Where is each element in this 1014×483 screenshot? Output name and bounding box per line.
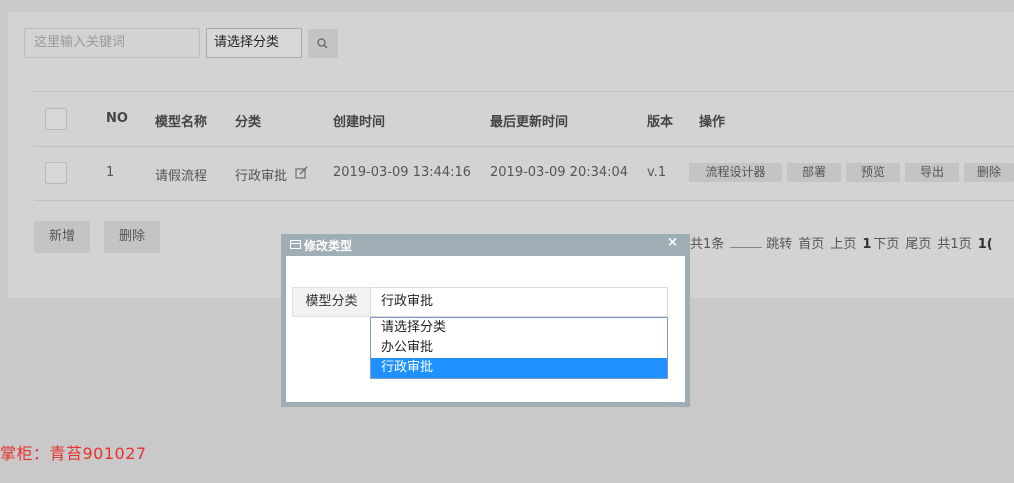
table-top-divider: [34, 91, 1014, 92]
dialog-titlebar: 修改类型 ×: [281, 234, 690, 256]
option-office-approval[interactable]: 办公审批: [371, 338, 667, 358]
delete-button[interactable]: 删除: [104, 221, 160, 253]
row-created: 2019-03-09 13:44:16: [333, 165, 472, 180]
select-all-checkbox[interactable]: [45, 108, 67, 130]
pager-size[interactable]: 1(: [978, 237, 993, 252]
table-bottom-divider: [34, 200, 1014, 201]
dialog-title: 修改类型: [304, 239, 353, 253]
search-input[interactable]: 这里输入关键词: [24, 28, 200, 58]
category-dropdown: 请选择分类 办公审批 行政审批: [370, 317, 668, 379]
pager-last[interactable]: 尾页: [905, 237, 931, 252]
pager-current: 1: [862, 237, 872, 252]
pager-pages: 共1页: [937, 237, 972, 252]
search-icon: [317, 38, 328, 49]
row-no: 1: [106, 165, 115, 180]
header-model-name: 模型名称: [155, 115, 208, 130]
row-checkbox[interactable]: [45, 162, 67, 184]
export-button[interactable]: 导出: [905, 163, 959, 182]
pager-total: 共1条: [690, 237, 725, 252]
pager-first[interactable]: 首页: [798, 237, 824, 252]
row-version: v.1: [647, 165, 667, 180]
window-icon: [290, 240, 301, 249]
deploy-button[interactable]: 部署: [787, 163, 841, 182]
pager-jump-input[interactable]: [730, 236, 763, 248]
row-category: 行政审批: [235, 169, 288, 184]
pager-next[interactable]: 下页: [873, 237, 899, 252]
close-icon[interactable]: ×: [667, 235, 678, 250]
pagination: 共1条 跳转 首页 上页 1 下页 尾页 共1页 1(: [690, 233, 999, 252]
table-header-divider: [34, 146, 1014, 147]
header-no: NO: [106, 111, 128, 126]
header-created: 创建时间: [333, 115, 386, 130]
option-please-select[interactable]: 请选择分类: [371, 318, 667, 338]
add-button[interactable]: 新增: [34, 221, 90, 253]
header-version: 版本: [647, 115, 674, 130]
search-button[interactable]: [308, 29, 338, 58]
watermark-text: 掌柜：青苔901027: [0, 444, 147, 463]
model-category-label: 模型分类: [292, 287, 371, 317]
model-category-select[interactable]: 行政审批: [370, 287, 668, 317]
category-select[interactable]: 请选择分类: [206, 28, 302, 58]
flow-designer-button[interactable]: 流程设计器: [689, 163, 782, 182]
pager-prev[interactable]: 上页: [830, 237, 856, 252]
row-delete-button[interactable]: 删除: [964, 163, 1014, 182]
row-updated: 2019-03-09 20:34:04: [490, 165, 629, 180]
option-admin-approval[interactable]: 行政审批: [371, 358, 667, 378]
header-category: 分类: [235, 115, 262, 130]
edit-icon[interactable]: [295, 166, 309, 180]
preview-button[interactable]: 预览: [846, 163, 900, 182]
header-updated: 最后更新时间: [490, 115, 569, 130]
header-actions: 操作: [699, 115, 726, 130]
row-model-name: 请假流程: [155, 169, 208, 184]
pager-jump[interactable]: 跳转: [766, 237, 792, 252]
